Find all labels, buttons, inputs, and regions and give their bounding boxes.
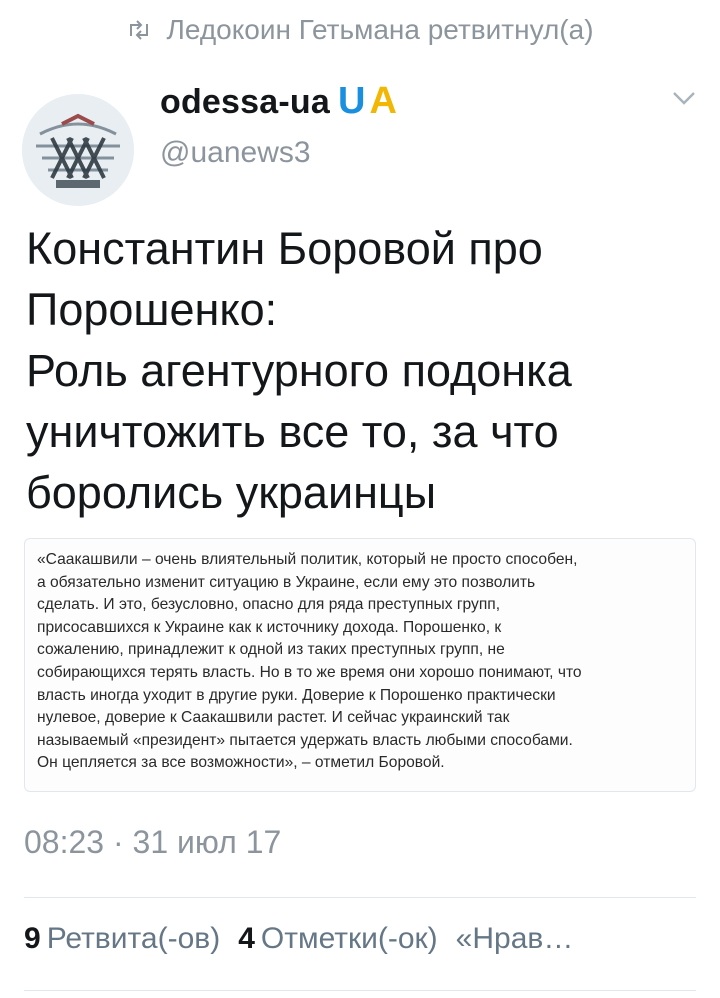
- tweet-header: odessa-ua UA @uanews3: [0, 70, 720, 206]
- quote-line: «Саакашвили – очень влиятельный политик,…: [37, 551, 578, 568]
- tweet-line: Порошенко:: [26, 284, 278, 335]
- more-stat[interactable]: «Нрав…: [456, 922, 574, 956]
- quote-image-card[interactable]: «Саакашвили – очень влиятельный политик,…: [24, 538, 696, 792]
- quote-line: нулевое, доверие к Саакашвили растет. И …: [37, 709, 510, 727]
- tweet-line: боролись украинцы: [26, 467, 437, 518]
- quote-line: присосавшихся к Украине как к источнику …: [37, 618, 502, 636]
- tweet-line: Роль агентурного подонка: [26, 345, 572, 396]
- quote-line: власть иногда уходит в другие руки. Дове…: [37, 686, 556, 704]
- quote-line: сделать. И это, безусловно, опасно для р…: [37, 596, 501, 614]
- quote-line: Он цепляется за все возможности», – отме…: [37, 754, 445, 772]
- chevron-down-icon[interactable]: [670, 88, 698, 108]
- retweets-count: 9: [24, 922, 41, 955]
- avatar[interactable]: [22, 94, 134, 206]
- retweets-label: Ретвита(-ов): [46, 922, 221, 955]
- divider: [24, 897, 696, 898]
- quote-line: сожалению, принадлежит к одной из таких …: [37, 641, 505, 659]
- retweet-icon: [130, 20, 149, 40]
- flag-letter-a: A: [369, 80, 397, 122]
- tweet-timestamp[interactable]: 08:23 · 31 июл 17: [24, 824, 281, 861]
- avatar-graphic-icon: [22, 94, 134, 206]
- divider: [24, 990, 696, 991]
- retweet-context[interactable]: Ледокоин Гетьмана ретвитнул(а): [0, 0, 720, 60]
- retweet-text: Ледокоин Гетьмана ретвитнул(а): [166, 14, 594, 45]
- quote-line: называемый «президент» пытается удержать…: [37, 731, 573, 749]
- flag-letter-u: U: [337, 80, 366, 122]
- likes-stat[interactable]: 4 Отметки(-ок): [238, 922, 437, 956]
- author-display-name[interactable]: odessa-ua: [160, 83, 330, 122]
- tweet-line: Константин Боровой про: [26, 223, 543, 274]
- retweets-stat[interactable]: 9 Ретвита(-ов): [24, 922, 220, 956]
- likes-count: 4: [238, 922, 255, 955]
- tweet-stats: 9 Ретвита(-ов) 4 Отметки(-ок) «Нрав…: [24, 922, 591, 956]
- quote-line: а обязательно изменит ситуацию в Украине…: [37, 573, 536, 591]
- quote-text: «Саакашвили – очень влиятельный политик,…: [37, 549, 681, 775]
- likes-label: Отметки(-ок): [260, 922, 438, 955]
- author-handle[interactable]: @uanews3: [160, 136, 311, 170]
- quote-line: собирающихся терять власть. Но в то же в…: [37, 663, 582, 681]
- tweet-line: уничтожить все то, за что: [26, 406, 559, 457]
- tweet-text: Константин Боровой про Порошенко: Роль а…: [26, 218, 706, 523]
- author-flag: UA: [338, 80, 397, 123]
- author-name-row[interactable]: odessa-ua UA: [160, 80, 397, 123]
